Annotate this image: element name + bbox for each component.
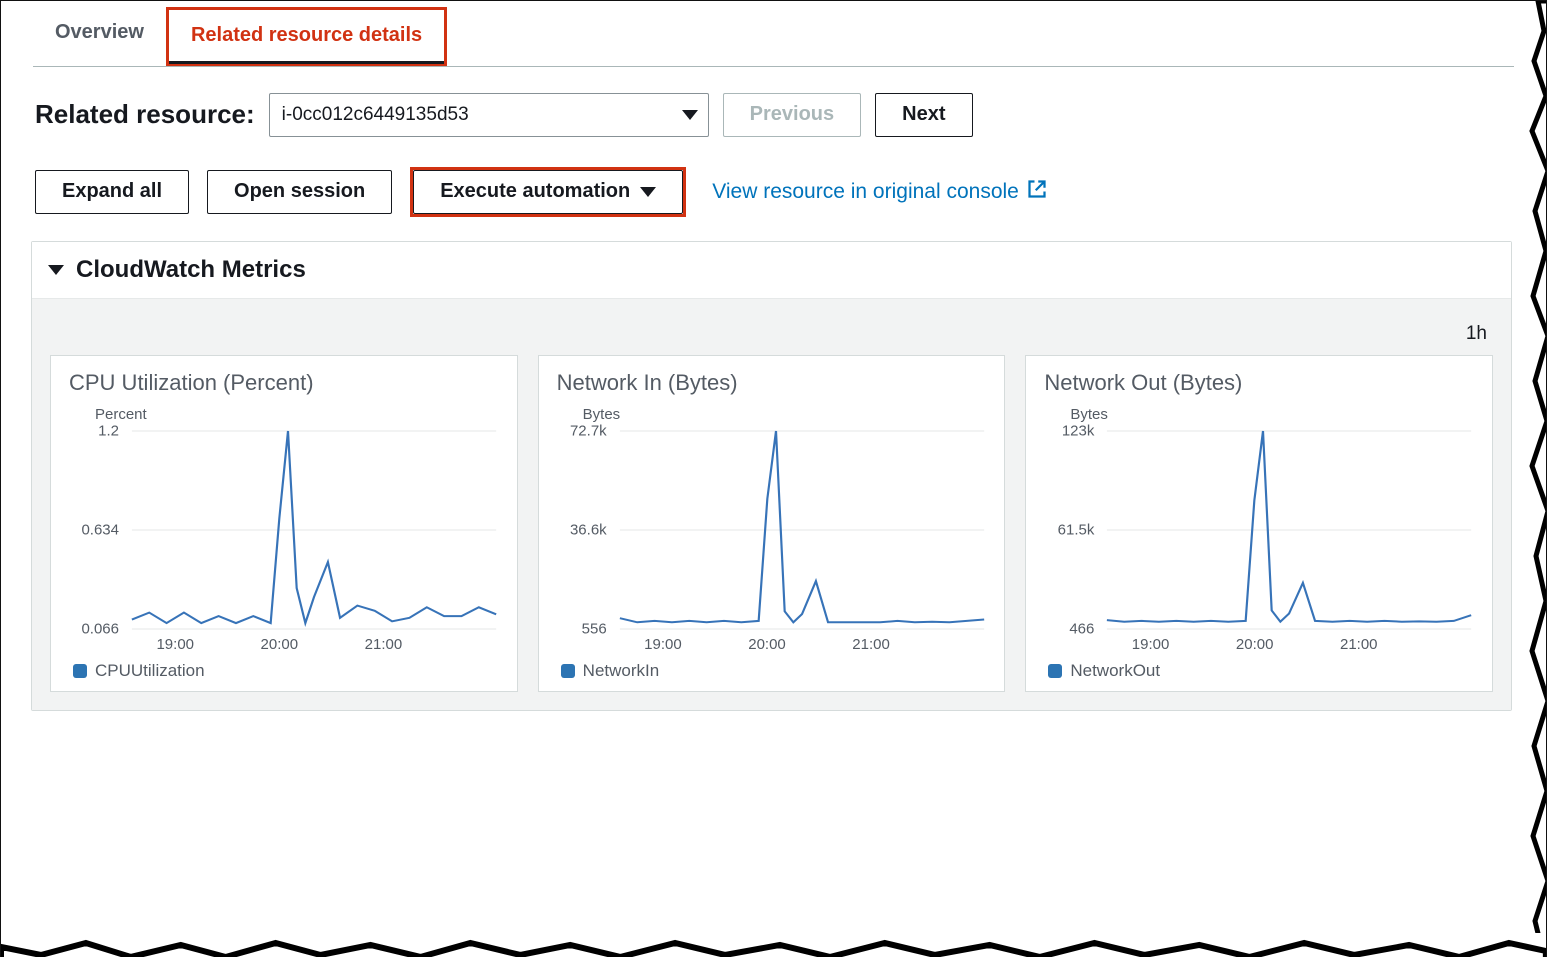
chart-x-tick: 20:00 <box>748 636 786 653</box>
chart-plot[interactable]: 123k61.5k46619:0020:0021:00 <box>1044 425 1478 655</box>
legend-label: NetworkIn <box>583 661 660 681</box>
legend-color-swatch <box>73 664 87 678</box>
caret-down-icon <box>48 265 64 275</box>
caret-down-icon <box>640 187 656 197</box>
chart-card: CPU Utilization (Percent)Percent1.20.634… <box>50 355 518 692</box>
tabs-wrap: Overview Related resource details <box>1 1 1546 67</box>
chart-x-tick: 21:00 <box>852 636 890 653</box>
time-range-value[interactable]: 1h <box>1466 323 1487 345</box>
chart-card: Network Out (Bytes)Bytes123k61.5k46619:0… <box>1025 355 1493 692</box>
view-resource-link-label: View resource in original console <box>712 180 1019 204</box>
charts-toolbar: 1h <box>50 317 1493 349</box>
chart-x-tick: 21:00 <box>365 636 403 653</box>
external-link-icon <box>1027 179 1047 205</box>
tabs: Overview Related resource details <box>33 7 1514 67</box>
torn-edge-bottom <box>1 933 1546 957</box>
chart-y-unit-label: Percent <box>95 406 503 423</box>
chart-title: Network In (Bytes) <box>557 370 991 396</box>
next-button[interactable]: Next <box>875 93 972 137</box>
chart-legend: NetworkIn <box>561 661 991 681</box>
execute-automation-button[interactable]: Execute automation <box>413 170 683 214</box>
chart-title: Network Out (Bytes) <box>1044 370 1478 396</box>
chart-x-tick: 19:00 <box>1132 636 1170 653</box>
chart-title: CPU Utilization (Percent) <box>69 370 503 396</box>
legend-color-swatch <box>561 664 575 678</box>
expand-all-button[interactable]: Expand all <box>35 170 189 214</box>
tab-overview[interactable]: Overview <box>33 7 166 66</box>
highlight-box-execute-automation: Execute automation <box>410 167 686 217</box>
torn-edge-right <box>1526 1 1547 957</box>
section-header[interactable]: CloudWatch Metrics <box>32 242 1511 298</box>
chart-card: Network In (Bytes)Bytes72.7k36.6k55619:0… <box>538 355 1006 692</box>
caret-down-icon <box>682 104 698 126</box>
chart-x-tick: 19:00 <box>156 636 194 653</box>
tab-related-resource-details[interactable]: Related resource details <box>169 10 444 64</box>
chart-x-tick: 19:00 <box>644 636 682 653</box>
chart-legend: CPUUtilization <box>73 661 503 681</box>
chart-legend: NetworkOut <box>1048 661 1478 681</box>
section-title: CloudWatch Metrics <box>76 256 306 284</box>
legend-label: CPUUtilization <box>95 661 205 681</box>
related-resource-label: Related resource: <box>35 99 255 130</box>
chart-x-tick: 21:00 <box>1340 636 1378 653</box>
highlight-box-tab: Related resource details <box>166 7 447 66</box>
chart-x-tick: 20:00 <box>1236 636 1274 653</box>
chart-plot[interactable]: 1.20.6340.06619:0020:0021:00 <box>69 425 503 655</box>
chart-y-unit-label: Bytes <box>583 406 991 423</box>
section-cloudwatch-metrics: CloudWatch Metrics 1h CPU Utilization (P… <box>31 241 1512 711</box>
chart-plot[interactable]: 72.7k36.6k55619:0020:0021:00 <box>557 425 991 655</box>
charts-row: CPU Utilization (Percent)Percent1.20.634… <box>50 355 1493 692</box>
chart-x-tick: 20:00 <box>261 636 299 653</box>
chart-y-unit-label: Bytes <box>1070 406 1478 423</box>
open-session-button[interactable]: Open session <box>207 170 392 214</box>
related-resource-select[interactable]: i-0cc012c6449135d53 <box>269 93 709 137</box>
page-root: Overview Related resource details Relate… <box>0 0 1547 957</box>
execute-automation-label: Execute automation <box>440 180 630 203</box>
related-resource-value: i-0cc012c6449135d53 <box>282 104 469 126</box>
previous-button: Previous <box>723 93 861 137</box>
legend-color-swatch <box>1048 664 1062 678</box>
section-body: 1h CPU Utilization (Percent)Percent1.20.… <box>32 298 1511 710</box>
legend-label: NetworkOut <box>1070 661 1160 681</box>
view-resource-link[interactable]: View resource in original console <box>712 179 1047 205</box>
related-resource-row: Related resource: i-0cc012c6449135d53 Pr… <box>1 67 1546 137</box>
toolbar-row: Expand all Open session Execute automati… <box>1 137 1546 217</box>
